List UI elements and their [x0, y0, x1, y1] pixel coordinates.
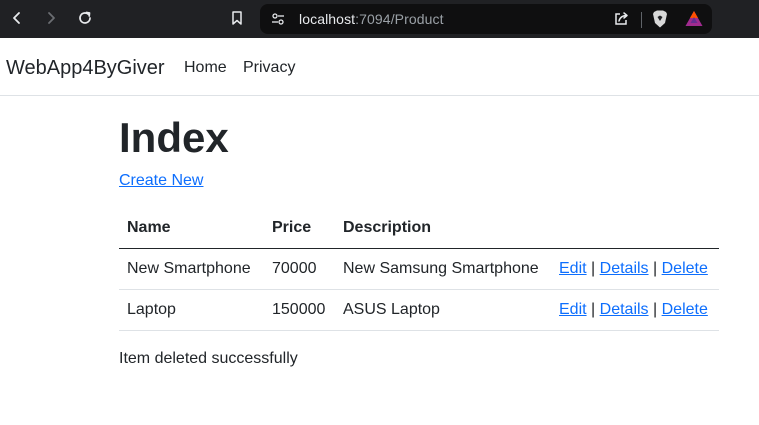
action-separator: |: [591, 260, 596, 277]
edit-link[interactable]: Edit: [559, 260, 587, 277]
column-header-description: Description: [335, 208, 551, 249]
brave-shield-icon[interactable]: [651, 9, 669, 34]
back-icon[interactable]: [4, 5, 30, 31]
cell-description: ASUS Laptop: [335, 289, 551, 331]
cell-name: Laptop: [119, 289, 264, 331]
column-header-name: Name: [119, 208, 264, 249]
table-row: New Smartphone 70000 New Samsung Smartph…: [119, 248, 719, 290]
details-link[interactable]: Details: [600, 301, 649, 318]
table-row: Laptop 150000 ASUS Laptop Edit | Details…: [119, 289, 719, 331]
delete-link[interactable]: Delete: [662, 301, 708, 318]
app-navbar: WebApp4ByGiver Home Privacy: [0, 38, 759, 96]
action-separator: |: [591, 301, 596, 318]
url-text[interactable]: localhost:7094/Product: [299, 11, 444, 27]
bookmark-icon[interactable]: [224, 5, 250, 31]
action-separator: |: [653, 260, 658, 277]
create-new-link[interactable]: Create New: [119, 172, 203, 190]
url-host: localhost: [299, 11, 356, 27]
reload-icon[interactable]: [72, 5, 98, 31]
edit-link[interactable]: Edit: [559, 301, 587, 318]
cell-price: 70000: [264, 248, 335, 290]
column-header-actions: [551, 208, 719, 249]
site-settings-icon[interactable]: [270, 11, 286, 32]
cell-name: New Smartphone: [119, 248, 264, 290]
cell-price: 150000: [264, 289, 335, 331]
cell-description: New Samsung Smartphone: [335, 248, 551, 290]
url-path: :7094/Product: [355, 11, 444, 27]
brave-rewards-icon[interactable]: [684, 9, 704, 34]
status-message: Item deleted successfully: [119, 350, 298, 367]
forward-icon[interactable]: [38, 5, 64, 31]
toolbar-divider: [641, 12, 642, 28]
cell-actions: Edit | Details | Delete: [551, 248, 719, 290]
products-table: Name Price Description New Smartphone 70…: [119, 208, 719, 331]
delete-link[interactable]: Delete: [662, 260, 708, 277]
column-header-price: Price: [264, 208, 335, 249]
action-separator: |: [653, 301, 658, 318]
nav-link-home[interactable]: Home: [184, 59, 227, 77]
page-title: Index: [119, 114, 229, 161]
details-link[interactable]: Details: [600, 260, 649, 277]
address-bar[interactable]: localhost:7094/Product: [260, 4, 712, 34]
table-header-row: Name Price Description: [119, 208, 719, 249]
nav-link-privacy[interactable]: Privacy: [243, 59, 295, 77]
browser-toolbar: localhost:7094/Product: [0, 0, 759, 38]
navbar-brand[interactable]: WebApp4ByGiver: [6, 57, 165, 80]
share-icon[interactable]: [612, 10, 630, 33]
cell-actions: Edit | Details | Delete: [551, 289, 719, 331]
